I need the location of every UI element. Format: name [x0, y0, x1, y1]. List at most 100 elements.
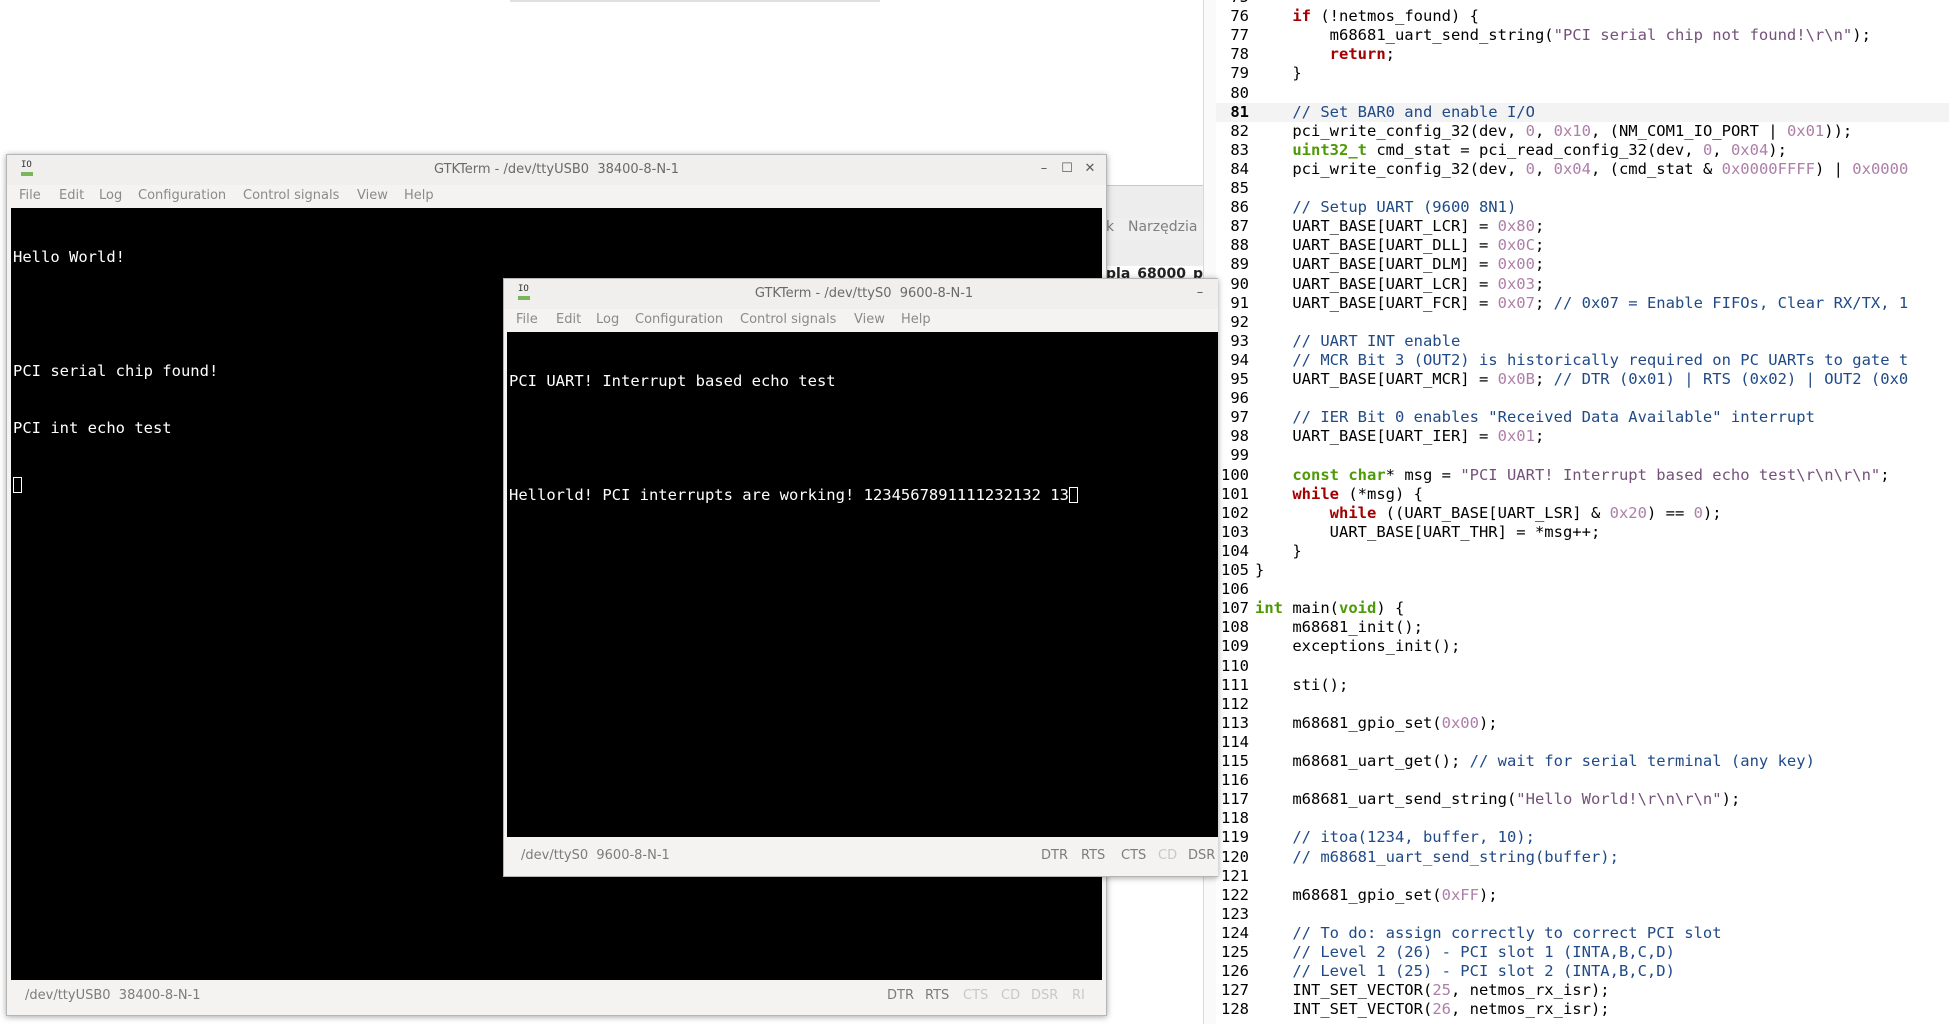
code-line[interactable]: 84 pci_write_config_32(dev, 0, 0x04, (cm…: [1216, 160, 1949, 179]
menu-control-signals[interactable]: Control signals: [740, 312, 836, 327]
code-line[interactable]: 121: [1216, 867, 1949, 886]
code-line[interactable]: 87 UART_BASE[UART_LCR] = 0x80;: [1216, 217, 1949, 236]
titlebar[interactable]: IO GTKTerm - /dev/ttyUSB0 38400-8-N-1 – …: [7, 155, 1106, 185]
menu-file[interactable]: File: [516, 312, 538, 327]
minimize-icon[interactable]: –: [1192, 285, 1208, 301]
code-token: ;: [1880, 465, 1890, 484]
terminal-output[interactable]: PCI UART! Interrupt based echo test Hell…: [507, 332, 1218, 837]
code-line[interactable]: 99: [1216, 446, 1949, 465]
code-line[interactable]: 115 m68681_uart_get(); // wait for seria…: [1216, 752, 1949, 771]
maximize-icon[interactable]: ☐: [1059, 161, 1075, 177]
menu-view[interactable]: View: [357, 188, 388, 203]
code-token: ) {: [1376, 599, 1405, 618]
code-token: 0: [1525, 159, 1535, 178]
code-line[interactable]: 100 const char* msg = "PCI UART! Interru…: [1216, 466, 1949, 485]
code-line[interactable]: 79 }: [1216, 64, 1949, 83]
code-line[interactable]: 104 }: [1216, 542, 1949, 561]
code-line[interactable]: 77 m68681_uart_send_string("PCI serial c…: [1216, 26, 1949, 45]
menu-help[interactable]: Help: [404, 188, 434, 203]
menu-control-signals[interactable]: Control signals: [243, 188, 339, 203]
titlebar[interactable]: IO GTKTerm - /dev/ttyS0 9600-8-N-1 –: [504, 279, 1218, 309]
code-line[interactable]: 85: [1216, 179, 1949, 198]
code-line[interactable]: 124 // To do: assign correctly to correc…: [1216, 924, 1949, 943]
background-menu-item-partial[interactable]: k: [1106, 219, 1114, 235]
minimize-icon[interactable]: –: [1036, 161, 1052, 177]
code-line[interactable]: 113 m68681_gpio_set(0x00);: [1216, 714, 1949, 733]
signal-cd: CD: [1001, 988, 1021, 1003]
code-line[interactable]: 83 uint32_t cmd_stat = pci_read_config_3…: [1216, 141, 1949, 160]
code-line[interactable]: 114: [1216, 733, 1949, 752]
code-line[interactable]: 80: [1216, 84, 1949, 103]
menu-edit[interactable]: Edit: [59, 188, 84, 203]
code-line[interactable]: 103 UART_BASE[UART_THR] = *msg++;: [1216, 523, 1949, 542]
code-line[interactable]: 108 m68681_init();: [1216, 618, 1949, 637]
gtkterm-window-ttys0[interactable]: IO GTKTerm - /dev/ttyS0 9600-8-N-1 – Fil…: [503, 278, 1218, 877]
code-line[interactable]: 94 // MCR Bit 3 (OUT2) is historically r…: [1216, 351, 1949, 370]
code-line[interactable]: 120 // m68681_uart_send_string(buffer);: [1216, 848, 1949, 867]
line-number: 95: [1230, 370, 1249, 388]
code-line[interactable]: 112: [1216, 695, 1949, 714]
code-token: while: [1292, 484, 1339, 503]
code-line[interactable]: 90 UART_BASE[UART_LCR] = 0x03;: [1216, 275, 1949, 294]
line-number: 87: [1230, 217, 1249, 236]
code-line[interactable]: 92: [1216, 313, 1949, 332]
code-line[interactable]: 105}: [1216, 561, 1949, 580]
menu-file[interactable]: File: [19, 188, 41, 203]
code-token: ;: [1534, 370, 1554, 388]
code-token: if: [1292, 7, 1311, 26]
line-number: 90: [1230, 274, 1249, 293]
code-line[interactable]: 96: [1216, 389, 1949, 408]
code-line[interactable]: 91 UART_BASE[UART_FCR] = 0x07; // 0x07 =…: [1216, 294, 1949, 313]
code-line[interactable]: 89 UART_BASE[UART_DLM] = 0x00;: [1216, 255, 1949, 274]
code-line[interactable]: 78 return;: [1216, 45, 1949, 64]
code-text: uint32_t cmd_stat = pci_read_config_32(d…: [1255, 141, 1787, 160]
code-line[interactable]: 81 // Set BAR0 and enable I/O: [1216, 102, 1949, 122]
code-line[interactable]: 119 // itoa(1234, buffer, 10);: [1216, 828, 1949, 847]
close-icon[interactable]: ✕: [1082, 161, 1098, 177]
code-text: }: [1255, 64, 1301, 83]
code-token: "PCI UART! Interrupt based echo test\r\n…: [1460, 465, 1881, 484]
code-line[interactable]: 76 if (!netmos_found) {: [1216, 7, 1949, 26]
menu-configuration[interactable]: Configuration: [635, 312, 723, 327]
code-editor[interactable]: 7576 if (!netmos_found) {77 m68681_uart_…: [1216, 0, 1949, 1024]
code-line[interactable]: 102 while ((UART_BASE[UART_LSR] & 0x20) …: [1216, 504, 1949, 523]
menu-edit[interactable]: Edit: [556, 312, 581, 327]
code-token: 0: [1525, 121, 1535, 140]
code-line[interactable]: 93 // UART INT enable: [1216, 332, 1949, 351]
code-line[interactable]: 111 sti();: [1216, 676, 1949, 695]
code-line[interactable]: 97 // IER Bit 0 enables "Received Data A…: [1216, 408, 1949, 427]
code-line[interactable]: 128 INT_SET_VECTOR(26, netmos_rx_isr);: [1216, 1000, 1949, 1019]
menu-help[interactable]: Help: [901, 312, 931, 327]
code-token: // Setup UART (9600 8N1): [1292, 198, 1517, 217]
code-line[interactable]: 106: [1216, 580, 1949, 599]
code-line[interactable]: 109 exceptions_init();: [1216, 637, 1949, 656]
code-token: , (cmd_stat &: [1590, 159, 1722, 178]
code-line[interactable]: 82 pci_write_config_32(dev, 0, 0x10, (NM…: [1216, 122, 1949, 141]
code-line[interactable]: 95 UART_BASE[UART_MCR] = 0x0B; // DTR (0…: [1216, 370, 1949, 389]
line-number: 107: [1221, 599, 1249, 618]
code-line[interactable]: 118: [1216, 809, 1949, 828]
code-line[interactable]: 116: [1216, 771, 1949, 790]
menu-log[interactable]: Log: [596, 312, 619, 327]
menu-configuration[interactable]: Configuration: [138, 188, 226, 203]
code-line[interactable]: 98 UART_BASE[UART_IER] = 0x01;: [1216, 427, 1949, 446]
line-number: 86: [1230, 198, 1249, 217]
code-line[interactable]: 107 int main(void) {: [1216, 599, 1949, 618]
code-line[interactable]: 86 // Setup UART (9600 8N1): [1216, 198, 1949, 217]
code-token: ;: [1534, 427, 1545, 446]
code-token: }: [1255, 561, 1265, 579]
code-line[interactable]: 126 // Level 1 (25) - PCI slot 2 (INTA,B…: [1216, 962, 1949, 981]
menu-view[interactable]: View: [854, 312, 885, 327]
code-line[interactable]: 75: [1216, 0, 1949, 7]
code-line[interactable]: 125 // Level 2 (26) - PCI slot 1 (INTA,B…: [1216, 943, 1949, 962]
code-line[interactable]: 127 INT_SET_VECTOR(25, netmos_rx_isr);: [1216, 981, 1949, 1000]
code-token: UART_BASE[UART_DLL] =: [1255, 236, 1498, 255]
code-line[interactable]: 101 while (*msg) {: [1216, 485, 1949, 504]
background-menu-item-narzedzia[interactable]: Narzędzia: [1128, 219, 1197, 235]
code-line[interactable]: 117 m68681_uart_send_string("Hello World…: [1216, 790, 1949, 809]
code-line[interactable]: 122 m68681_gpio_set(0xFF);: [1216, 886, 1949, 905]
code-line[interactable]: 123: [1216, 905, 1949, 924]
code-line[interactable]: 88 UART_BASE[UART_DLL] = 0x0C;: [1216, 236, 1949, 255]
menu-log[interactable]: Log: [99, 188, 122, 203]
code-line[interactable]: 110: [1216, 657, 1949, 676]
